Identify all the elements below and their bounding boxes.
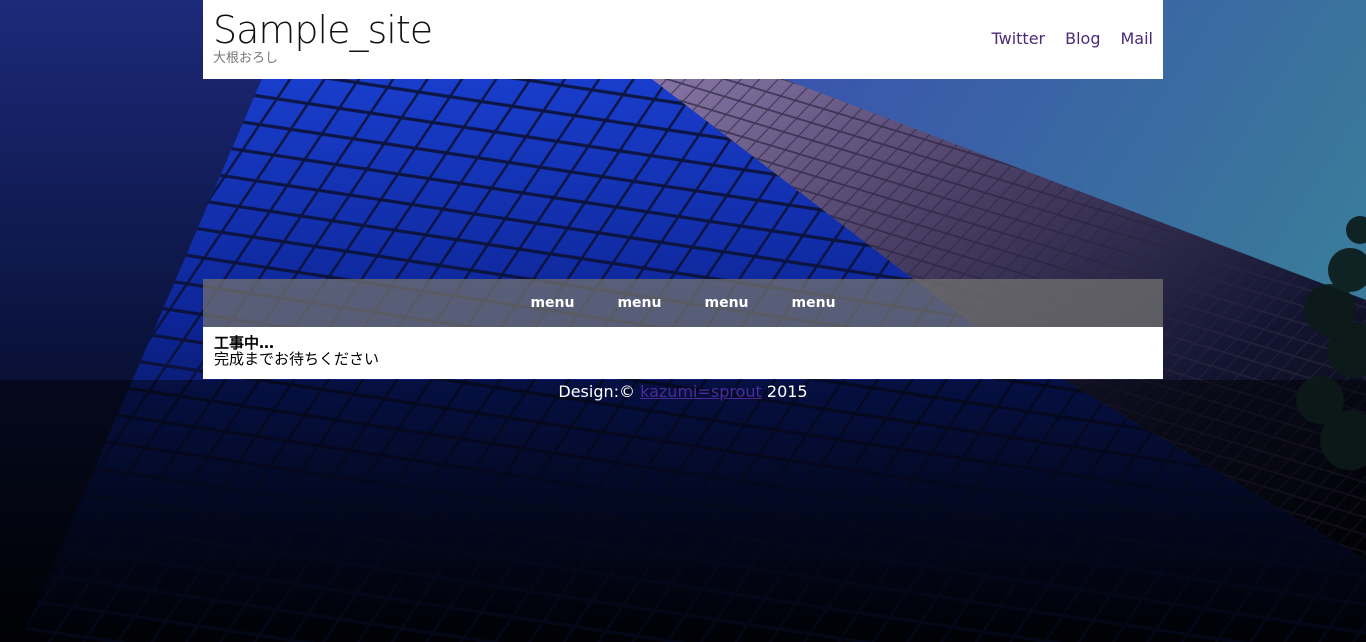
nav-link-mail[interactable]: Mail bbox=[1121, 28, 1154, 50]
menu-item-1[interactable]: menu bbox=[526, 295, 578, 311]
header-nav: Twitter Blog Mail bbox=[992, 28, 1154, 50]
content-text: 完成までお待ちください bbox=[214, 350, 380, 368]
nav-link-blog[interactable]: Blog bbox=[1065, 28, 1100, 50]
menu-item-4[interactable]: menu bbox=[788, 295, 840, 311]
menu-item-2[interactable]: menu bbox=[613, 295, 665, 311]
footer-author-link[interactable]: kazumi=sprout bbox=[640, 382, 762, 401]
site-subtitle: 大根おろし bbox=[213, 51, 279, 66]
menu-item-3[interactable]: menu bbox=[701, 295, 753, 311]
menu-bar: menu menu menu menu bbox=[203, 279, 1163, 327]
footer-year: 2015 bbox=[766, 382, 808, 401]
site-title[interactable]: Sample_site bbox=[213, 8, 433, 52]
footer-prefix: Design:© bbox=[558, 382, 636, 401]
nav-link-twitter[interactable]: Twitter bbox=[992, 28, 1046, 50]
site-header: Sample_site 大根おろし Twitter Blog Mail bbox=[203, 0, 1163, 79]
site-footer: Design:© kazumi=sprout 2015 bbox=[203, 381, 1163, 403]
content-panel: 工事中… 完成までお待ちください bbox=[203, 327, 1163, 379]
